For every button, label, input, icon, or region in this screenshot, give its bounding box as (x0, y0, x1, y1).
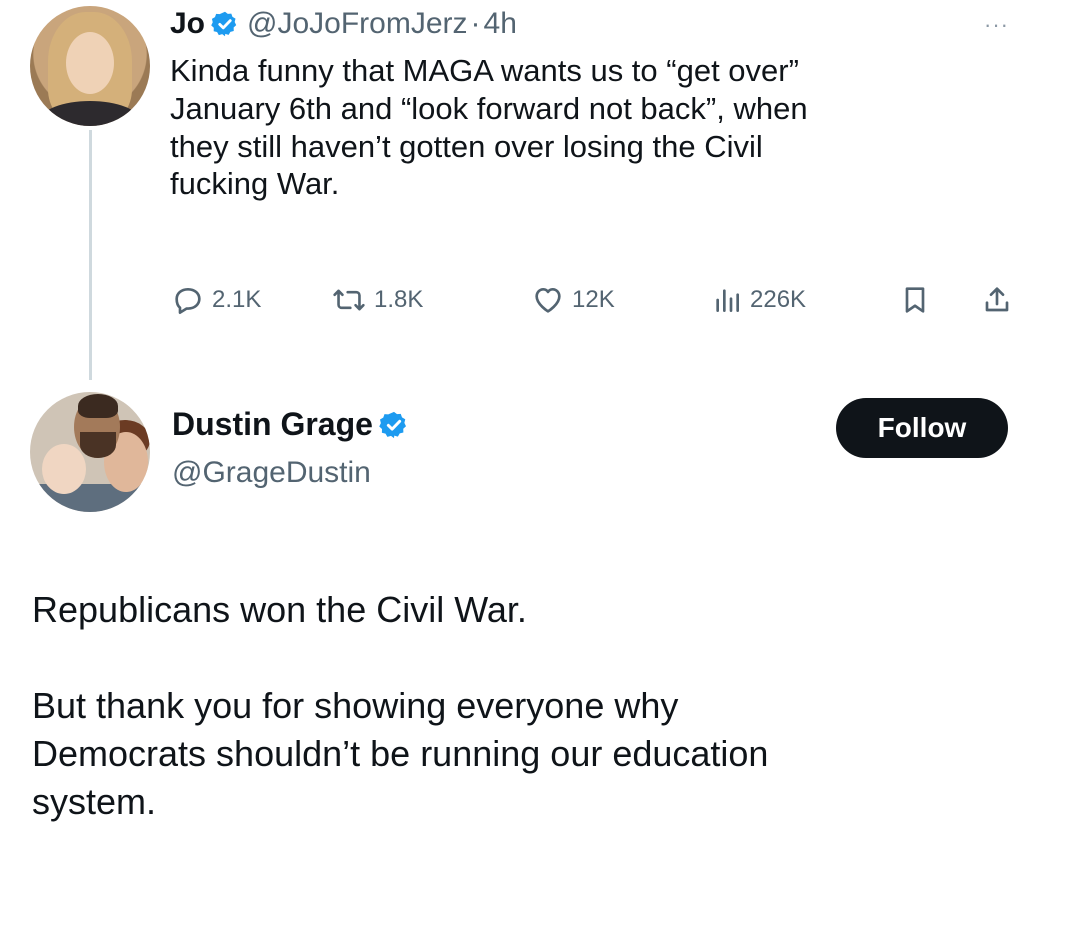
tweet2-paragraph: Republicans won the Civil War. (32, 586, 1032, 634)
tweet1-author-name[interactable]: Jo (170, 7, 205, 41)
share-icon (985, 287, 1009, 312)
tweet2-paragraph: But thank you for showing everyone why D… (32, 682, 1032, 826)
retweet-icon (333, 289, 365, 311)
tweet1-header: Jo @JoJoFromJerz · 4h (170, 2, 517, 46)
tweet2-author-row: Dustin Grage (172, 406, 417, 443)
follow-button[interactable]: Follow (836, 398, 1008, 458)
tweet2-text-line: system. (32, 780, 157, 822)
avatar-hair (78, 394, 118, 418)
avatar-face (66, 32, 114, 94)
retweet-button[interactable]: 1.8K (332, 278, 423, 322)
verified-badge-icon (211, 11, 237, 37)
tweet2-author-handle[interactable]: @GrageDustin (172, 456, 371, 490)
heart-icon (535, 288, 561, 313)
tweet1-text-line: fucking War. (170, 166, 340, 202)
tweet1-text-line: January 6th and “look forward not back”,… (170, 90, 808, 126)
views-button[interactable]: 226K (712, 278, 806, 322)
tweet1-timestamp[interactable]: 4h (484, 7, 517, 41)
avatar-jo[interactable] (30, 6, 150, 126)
tweet1-separator: · (470, 7, 481, 40)
like-button[interactable]: 12K (532, 278, 615, 322)
avatar-beard (80, 432, 116, 458)
views-chart-icon (716, 289, 740, 312)
more-options-icon[interactable]: ··· (984, 12, 1009, 38)
reply-button[interactable]: 2.1K (172, 278, 261, 322)
avatar-dustin[interactable] (30, 392, 150, 512)
tweet2-text-line: Republicans won the Civil War. (32, 589, 527, 630)
avatar-person (42, 444, 86, 494)
tweet2-text-line: But thank you for showing everyone why (32, 684, 679, 726)
tweet2-author-name[interactable]: Dustin Grage (172, 406, 373, 443)
tweet1-text-line: they still haven’t gotten over losing th… (170, 128, 763, 164)
verified-badge-icon (379, 411, 406, 438)
bookmark-icon (905, 287, 925, 313)
bookmark-button[interactable] (900, 278, 938, 322)
tweet1-author-handle[interactable]: @JoJoFromJerz (247, 7, 468, 41)
reply-count: 2.1K (212, 286, 262, 313)
retweet-count: 1.8K (374, 286, 424, 313)
tweet1-text-line: Kinda funny that MAGA wants us to “get o… (170, 53, 799, 88)
share-button[interactable] (982, 278, 1020, 322)
like-count: 12K (572, 286, 615, 313)
thread-line (89, 130, 92, 380)
views-count: 226K (750, 286, 807, 313)
reply-icon (175, 288, 201, 314)
tweet1-action-bar: 2.1K 1.8K 12K 226K (172, 278, 1032, 322)
tweet2-text: Republicans won the Civil War. But thank… (32, 586, 1032, 826)
tweet2-text-line: Democrats shouldn’t be running our educa… (32, 732, 769, 774)
tweet1-text: Kinda funny that MAGA wants us to “get o… (170, 52, 1030, 203)
